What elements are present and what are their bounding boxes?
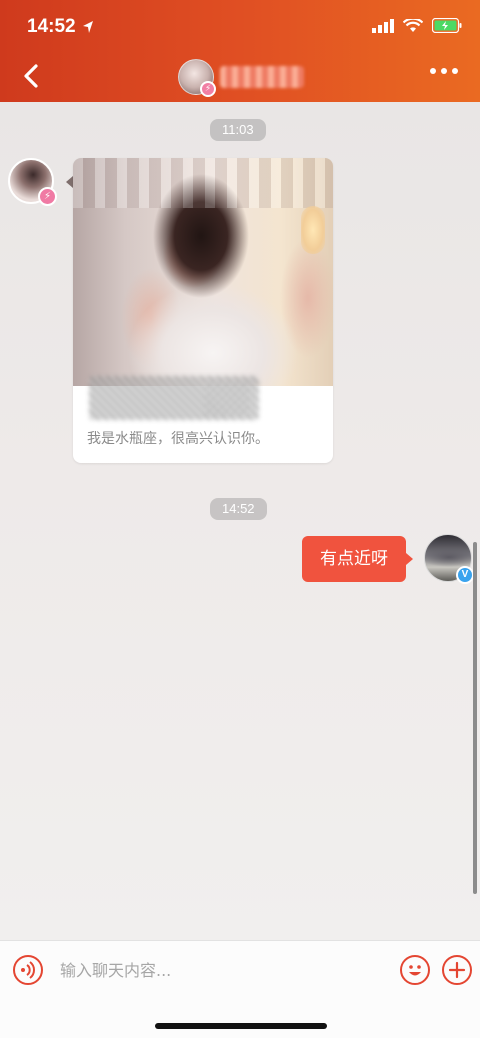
photo-lamp: [301, 206, 325, 254]
card-caption: 我是水瓶座，很高兴认识你。: [87, 431, 269, 447]
my-avatar[interactable]: V: [424, 534, 474, 584]
verified-badge-icon: V: [456, 566, 474, 584]
plus-button[interactable]: [442, 955, 472, 985]
input-bar: [0, 940, 480, 1038]
lightning-badge-icon: ⚡: [38, 187, 57, 206]
timestamp: 11:03: [210, 119, 266, 141]
card-photo: [73, 158, 333, 386]
scrollbar[interactable]: [473, 542, 477, 894]
battery-icon: [432, 18, 462, 33]
sent-message-bubble[interactable]: 有点近呀: [302, 536, 406, 582]
lightning-badge-icon: ⚡: [200, 81, 216, 97]
chat-header: 14:52 ⚡: [0, 0, 480, 102]
plus-icon: [448, 961, 466, 979]
message-input[interactable]: [60, 955, 380, 985]
status-bar: 14:52: [0, 0, 480, 56]
home-indicator: [155, 1023, 327, 1029]
message-list: 11:03 ⚡ 我是水瓶座，很高兴认识你。 14:52 有点近呀 V: [0, 102, 480, 940]
status-time: 14:52: [27, 16, 76, 37]
contact-name-redacted: [220, 66, 304, 88]
timestamp: 14:52: [210, 498, 267, 520]
location-arrow-icon: [83, 21, 93, 33]
signal-icon: [372, 18, 394, 33]
emoji-icon: [409, 965, 421, 976]
contact-avatar[interactable]: ⚡: [178, 59, 216, 97]
card-redacted-text-2: [205, 382, 249, 416]
emoji-button[interactable]: [400, 955, 430, 985]
voice-button[interactable]: [13, 955, 43, 985]
status-icons: [372, 18, 462, 33]
nav-bar: ⚡: [0, 56, 480, 102]
profile-card-message[interactable]: 我是水瓶座，很高兴认识你。: [73, 158, 333, 463]
card-tail: [66, 176, 73, 188]
more-icon[interactable]: [430, 68, 458, 74]
wifi-icon: [403, 18, 423, 32]
back-icon[interactable]: [16, 60, 48, 92]
photo-curtain: [73, 158, 333, 208]
sender-avatar[interactable]: ⚡: [8, 158, 57, 206]
bubble-tail: [406, 553, 413, 565]
voice-icon: [21, 961, 35, 979]
